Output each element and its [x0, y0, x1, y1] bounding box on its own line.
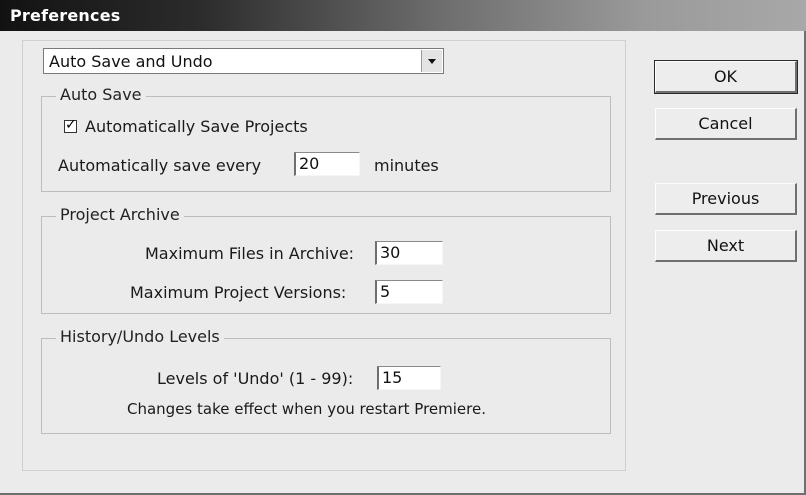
ok-button[interactable]: OK	[654, 60, 798, 94]
preferences-dialog: Preferences Auto Save and Undo Auto Save…	[0, 0, 806, 495]
history-undo-group-title: History/Undo Levels	[56, 327, 224, 346]
restart-note: Changes take effect when you restart Pre…	[127, 400, 486, 418]
category-dropdown[interactable]: Auto Save and Undo	[43, 48, 444, 74]
next-button[interactable]: Next	[655, 230, 797, 262]
max-versions-label: Maximum Project Versions:	[130, 283, 347, 302]
max-files-label: Maximum Files in Archive:	[145, 244, 355, 263]
checkmark-icon: ✓	[65, 117, 77, 133]
category-dropdown-value: Auto Save and Undo	[49, 52, 213, 71]
auto-save-group-title: Auto Save	[56, 85, 146, 104]
auto-save-interval-input[interactable]: 20	[294, 152, 360, 176]
cancel-button[interactable]: Cancel	[655, 108, 797, 140]
max-files-input[interactable]: 30	[375, 241, 443, 265]
project-archive-group-title: Project Archive	[56, 205, 184, 224]
auto-save-interval-label: Automatically save every	[58, 156, 262, 175]
previous-button[interactable]: Previous	[655, 183, 797, 215]
auto-save-group: Auto Save	[41, 85, 611, 192]
chevron-down-icon[interactable]	[421, 50, 442, 72]
undo-levels-label: Levels of 'Undo' (1 - 99):	[157, 369, 354, 388]
auto-save-checkbox-label[interactable]: Automatically Save Projects	[85, 117, 308, 136]
dialog-title: Preferences	[10, 6, 121, 25]
max-versions-input[interactable]: 5	[375, 280, 443, 304]
auto-save-checkbox[interactable]: ✓	[64, 117, 77, 133]
title-bar[interactable]: Preferences	[0, 0, 806, 31]
undo-levels-input[interactable]: 15	[377, 366, 441, 390]
auto-save-interval-unit: minutes	[374, 156, 439, 175]
